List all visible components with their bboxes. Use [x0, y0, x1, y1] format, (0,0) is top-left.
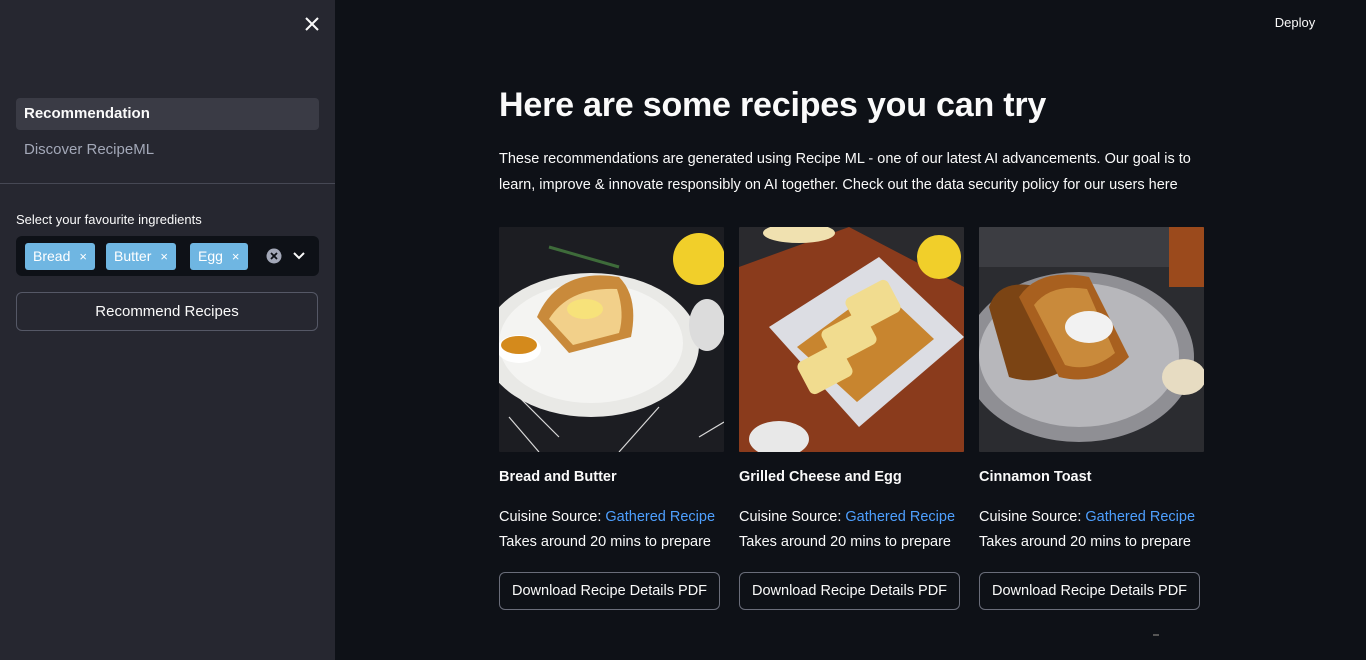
ingredients-label: Select your favourite ingredients: [16, 212, 202, 227]
cuisine-source-label: Cuisine Source:: [499, 509, 606, 525]
recipe-card: Grilled Cheese and Egg Cuisine Source: G…: [739, 227, 965, 610]
nav-item-discover-recipeml[interactable]: Discover RecipeML: [16, 134, 319, 166]
cuisine-source: Cuisine Source: Gathered Recipe: [739, 505, 965, 530]
tag-remove-icon[interactable]: ×: [232, 249, 240, 264]
prep-time: Takes around 20 mins to prepare: [979, 534, 1191, 550]
recipe-title: Bread and Butter: [499, 469, 617, 485]
cuisine-source-link[interactable]: Gathered Recipe: [605, 509, 715, 525]
cuisine-source: Cuisine Source: Gathered Recipe: [979, 505, 1205, 530]
sidebar-divider: [0, 183, 335, 184]
clear-all-icon[interactable]: [266, 248, 282, 264]
ingredient-tag-label: Bread: [33, 248, 71, 264]
recipe-image-bread-and-butter: [499, 227, 724, 452]
sidebar-nav: Recommendation Discover RecipeML: [16, 98, 319, 170]
recipe-meta: Cuisine Source: Gathered Recipe Takes ar…: [499, 505, 725, 555]
prep-time: Takes around 20 mins to prepare: [499, 534, 711, 550]
ingredient-tag-egg[interactable]: Egg ×: [190, 243, 248, 270]
recipe-image-cinnamon-toast: [979, 227, 1204, 452]
cuisine-source-link[interactable]: Gathered Recipe: [845, 509, 955, 525]
recipe-card: Bread and Butter Cuisine Source: Gathere…: [499, 227, 725, 610]
ingredient-tag-label: Egg: [198, 248, 223, 264]
cuisine-source: Cuisine Source: Gathered Recipe: [499, 505, 725, 530]
recipe-card: Cinnamon Toast Cuisine Source: Gathered …: [979, 227, 1205, 610]
tag-remove-icon[interactable]: ×: [79, 249, 87, 264]
cuisine-source-label: Cuisine Source:: [739, 509, 846, 525]
recipe-meta: Cuisine Source: Gathered Recipe Takes ar…: [979, 505, 1205, 555]
recipe-meta: Cuisine Source: Gathered Recipe Takes ar…: [739, 505, 965, 555]
ingredients-multiselect[interactable]: Bread × Butter × Egg ×: [16, 236, 319, 276]
download-pdf-button[interactable]: Download Recipe Details PDF: [499, 572, 721, 610]
recommend-recipes-button[interactable]: Recommend Recipes: [16, 292, 318, 331]
download-pdf-button[interactable]: Download Recipe Details PDF: [739, 572, 961, 610]
sidebar: Recommendation Discover RecipeML Select …: [0, 0, 335, 660]
decorative-dash: [1153, 634, 1159, 636]
tag-remove-icon[interactable]: ×: [160, 249, 168, 264]
prep-time: Takes around 20 mins to prepare: [739, 534, 951, 550]
deploy-button[interactable]: Deploy: [1262, 12, 1328, 34]
ingredient-tag-label: Butter: [114, 248, 152, 264]
ingredient-tag-butter[interactable]: Butter ×: [106, 243, 176, 270]
nav-item-recommendation[interactable]: Recommendation: [16, 98, 319, 130]
recipe-image-grilled-cheese-and-egg: [739, 227, 964, 452]
recipe-title: Grilled Cheese and Egg: [739, 469, 902, 485]
recipe-title: Cinnamon Toast: [979, 469, 1092, 485]
close-icon[interactable]: [302, 14, 322, 34]
ingredient-tag-bread[interactable]: Bread ×: [25, 243, 95, 270]
chevron-down-icon[interactable]: [291, 248, 307, 264]
page-title: Here are some recipes you can try: [499, 86, 1047, 124]
download-pdf-button[interactable]: Download Recipe Details PDF: [979, 572, 1201, 610]
intro-text: These recommendations are generated usin…: [499, 151, 1191, 193]
cuisine-source-link[interactable]: Gathered Recipe: [1085, 509, 1195, 525]
cuisine-source-label: Cuisine Source:: [979, 509, 1086, 525]
